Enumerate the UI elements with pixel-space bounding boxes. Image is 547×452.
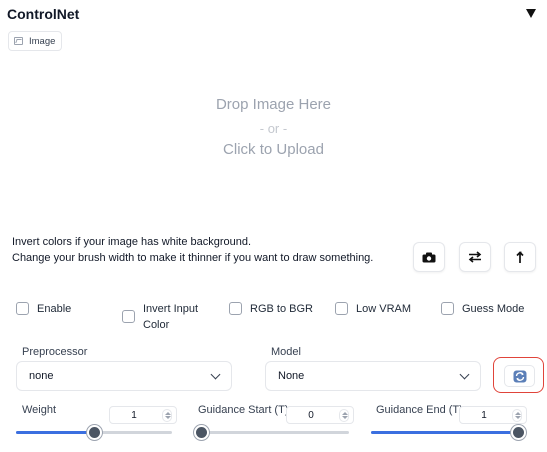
image-icon xyxy=(14,37,23,45)
chevron-down-icon xyxy=(459,369,470,380)
model-select[interactable]: None xyxy=(265,361,481,391)
enable-label: Enable xyxy=(37,303,72,315)
weight-slider[interactable] xyxy=(16,425,172,440)
guidance-start-slider-thumb[interactable] xyxy=(194,425,209,440)
preprocessor-select[interactable]: none xyxy=(16,361,232,391)
model-label: Model xyxy=(271,346,301,358)
preprocessor-label: Preprocessor xyxy=(22,346,88,358)
brush-hint-text: Change your brush width to make it thinn… xyxy=(12,252,374,264)
rgb-to-bgr-box[interactable] xyxy=(229,302,242,315)
invert-input-color-box[interactable] xyxy=(122,310,135,323)
guidance-end-slider[interactable] xyxy=(371,425,526,440)
controlnet-panel: ControlNet Image Drop Image Here - or - … xyxy=(0,0,547,452)
refresh-models-button[interactable] xyxy=(504,365,535,387)
image-upload-dropzone[interactable]: Drop Image Here - or - Click to Upload xyxy=(0,56,547,231)
low-vram-label: Low VRAM xyxy=(356,303,412,315)
guidance-end-value: 1 xyxy=(481,410,487,421)
click-to-upload-text: Click to Upload xyxy=(223,141,324,158)
guess-mode-box[interactable] xyxy=(441,302,454,315)
enable-checkbox-box[interactable] xyxy=(16,302,29,315)
arrow-up-icon xyxy=(516,250,524,263)
guidance-end-number-input[interactable]: 1 xyxy=(459,406,527,424)
guidance-end-label: Guidance End (T) xyxy=(376,404,463,416)
invert-input-label-line2: Color xyxy=(143,319,170,331)
preprocessor-value: none xyxy=(29,370,54,382)
swap-arrows-icon xyxy=(468,251,482,263)
invert-input-label-line1: Invert Input xyxy=(143,303,199,315)
weight-stepper[interactable] xyxy=(162,409,172,422)
guidance-start-stepper[interactable] xyxy=(339,409,349,422)
tab-image[interactable]: Image xyxy=(8,31,63,51)
guidance-start-slider[interactable] xyxy=(194,425,349,440)
rgb-to-bgr-checkbox[interactable]: RGB to BGR xyxy=(229,301,313,317)
guidance-end-stepper[interactable] xyxy=(512,409,522,422)
weight-label: Weight xyxy=(22,404,57,416)
guess-mode-label: Guess Mode xyxy=(462,303,525,315)
refresh-models-highlight xyxy=(493,357,544,393)
invert-hint-text: Invert colors if your image has white ba… xyxy=(12,236,252,248)
refresh-icon xyxy=(513,370,526,382)
drop-image-text: Drop Image Here xyxy=(215,96,332,113)
guidance-start-number-input[interactable]: 0 xyxy=(286,406,354,424)
panel-title: ControlNet xyxy=(7,6,80,22)
weight-value: 1 xyxy=(131,410,137,421)
low-vram-box[interactable] xyxy=(335,302,348,315)
invert-input-color-checkbox[interactable]: Invert Input Color xyxy=(122,301,198,333)
chevron-down-icon xyxy=(210,369,221,380)
drop-or-text: - or - xyxy=(259,121,288,136)
guidance-end-slider-thumb[interactable] xyxy=(511,425,526,440)
guidance-end-slider-fill xyxy=(371,431,518,434)
camera-icon xyxy=(422,252,436,262)
low-vram-checkbox[interactable]: Low VRAM xyxy=(335,301,411,317)
weight-slider-fill xyxy=(16,431,94,434)
swap-button[interactable] xyxy=(459,242,491,272)
guidance-start-label: Guidance Start (T) xyxy=(198,404,289,416)
enable-checkbox[interactable]: Enable xyxy=(16,301,71,317)
model-value: None xyxy=(278,370,305,382)
triangle-down-icon[interactable] xyxy=(526,9,536,18)
rgb-to-bgr-label: RGB to BGR xyxy=(250,303,313,315)
tab-image-label: Image xyxy=(29,35,56,47)
upload-arrow-button[interactable] xyxy=(504,242,536,272)
weight-number-input[interactable]: 1 xyxy=(109,406,177,424)
camera-button[interactable] xyxy=(413,242,445,272)
weight-slider-thumb[interactable] xyxy=(87,425,102,440)
guess-mode-checkbox[interactable]: Guess Mode xyxy=(441,301,524,317)
guidance-start-value: 0 xyxy=(308,410,314,421)
